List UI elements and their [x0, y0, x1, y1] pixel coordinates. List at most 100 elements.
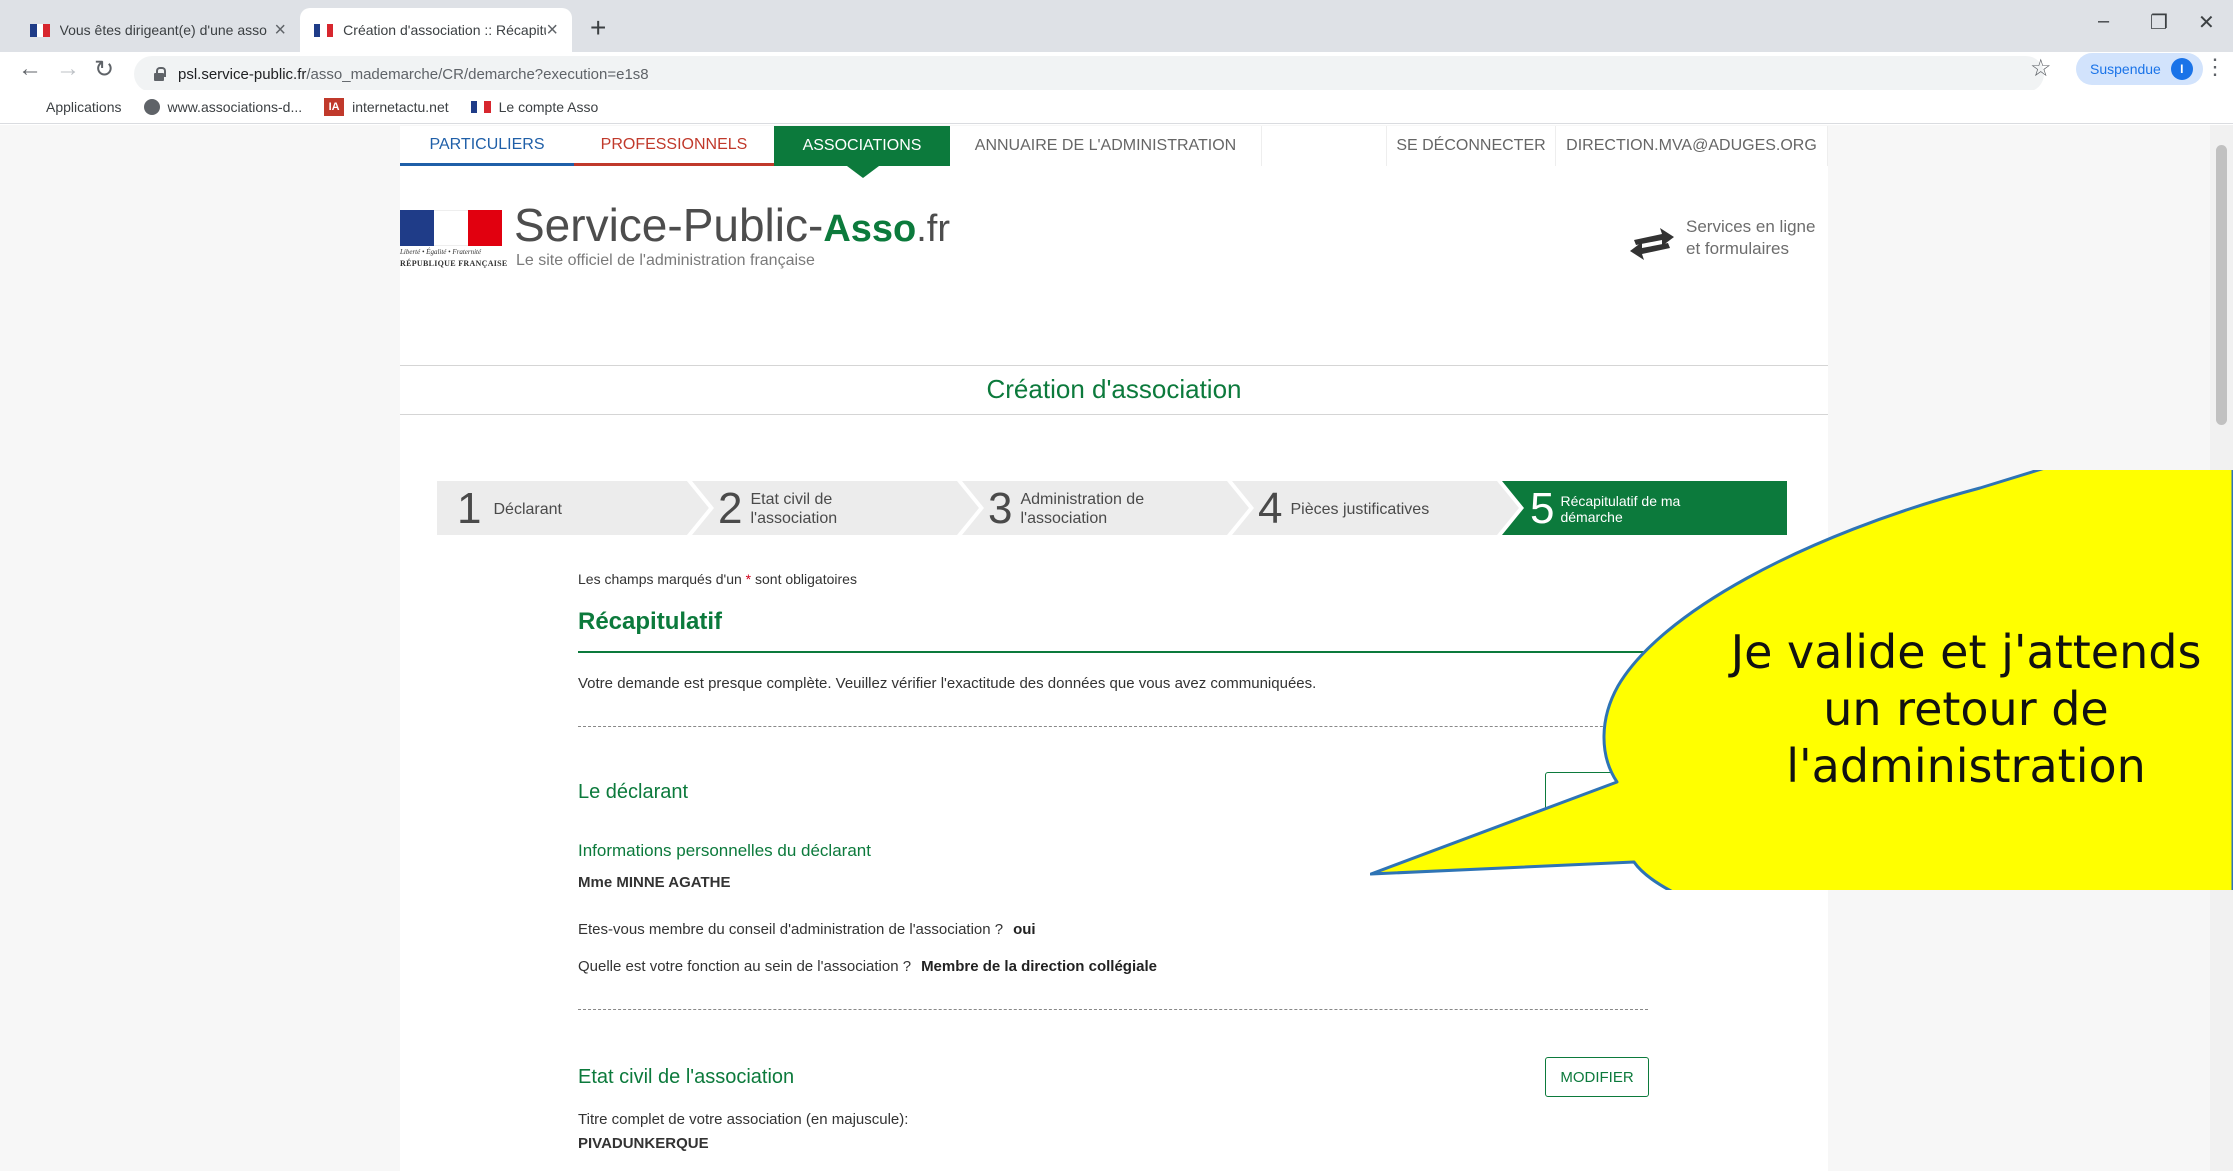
step-label-wrap: Administration de l'association [1020, 490, 1144, 528]
profile-label: Suspendue [2090, 61, 2161, 77]
logo-motto: Liberté • Égalité • Fraternité [400, 248, 482, 256]
title-divider-top [400, 365, 1828, 366]
apps-grid-icon [22, 99, 38, 115]
close-tab-icon[interactable]: × [546, 19, 558, 42]
nav-active-caret [847, 166, 879, 178]
declarant-name: Mme MINNE AGATHE [578, 874, 731, 891]
page-scrollbar-thumb[interactable] [2216, 145, 2227, 425]
section-divider [578, 1009, 1648, 1010]
bookmark-label: internetactu.net [352, 98, 449, 115]
declarant-section-title: Le déclarant [578, 781, 689, 803]
new-tab-plus-icon[interactable]: + [590, 12, 606, 44]
step-label: Déclarant [493, 500, 562, 518]
nav-label: DIRECTION.MVA@ADUGES.ORG [1566, 137, 1817, 154]
modify-etat-civil-button[interactable]: MODIFIER [1545, 1057, 1649, 1097]
step-number: 3 [988, 484, 1013, 533]
step-label-line1: Administration de [1020, 491, 1145, 508]
required-fields-note: Les champs marqués d'un * sont obligatoi… [578, 571, 857, 587]
step-label-line2: l'association [1020, 510, 1108, 527]
reload-icon[interactable]: ↻ [94, 55, 114, 84]
etat-civil-section-title: Etat civil de l'association [578, 1066, 795, 1088]
flag-icon [30, 23, 50, 37]
question-text: Quelle est votre fonction au sein de l'a… [578, 958, 912, 975]
recap-title: Récapitulatif [578, 608, 723, 635]
callout-line2: un retour de [1823, 682, 2109, 736]
logo-title-tld: .fr [916, 208, 951, 250]
step-label-line1: Etat civil de [750, 491, 833, 508]
bookmark-star-icon[interactable]: ☆ [2030, 54, 2052, 83]
step-2[interactable]: 2 Etat civil de l'association [718, 487, 837, 531]
address-host: psl.service-public.fr [178, 65, 307, 83]
nav-logout[interactable]: SE DÉCONNECTER [1386, 126, 1556, 166]
services-link[interactable]: Services en ligne et formulaires [1686, 216, 1846, 260]
nav-particuliers[interactable]: PARTICULIERS [400, 126, 574, 166]
bookmark-label: Applications [46, 98, 122, 115]
site-tagline: Le site officiel de l'administration fra… [516, 252, 815, 269]
step-number: 2 [718, 484, 743, 533]
bookmark-label: www.associations-d... [167, 98, 303, 115]
menu-kebab-icon[interactable]: ⋮ [2204, 54, 2226, 80]
lock-icon [152, 67, 166, 81]
flag-icon [470, 100, 491, 113]
association-title-value: PIVADUNKERQUE [578, 1135, 709, 1152]
profile-button[interactable]: Suspendue I [2076, 53, 2203, 85]
close-tab-icon[interactable]: × [274, 19, 286, 42]
answer-text: Membre de la direction collégiale [921, 958, 1157, 975]
bookmark-label: Le compte Asso [498, 98, 599, 115]
bookmark-apps[interactable]: Applications [22, 99, 122, 115]
globe-icon [143, 98, 160, 115]
bookmark-associations[interactable]: www.associations-d... [143, 98, 303, 115]
note-before: Les champs marqués d'un [578, 571, 746, 587]
note-after: sont obligatoires [751, 571, 857, 587]
nav-label: ASSOCIATIONS [802, 137, 922, 154]
logo-title-main: Service-Public- [514, 199, 824, 251]
logo-republique: RÉPUBLIQUE FRANÇAISE [400, 259, 508, 268]
nav-associations[interactable]: ASSOCIATIONS [774, 126, 950, 178]
nav-label: ANNUAIRE DE L'ADMINISTRATION [974, 137, 1237, 154]
forward-arrow-icon[interactable]: → [56, 55, 80, 83]
nav-label: PROFESSIONNELS [600, 135, 748, 153]
tab-title: Vous êtes dirigeant(e) d'une asso [59, 22, 267, 38]
callout-line1: Je valide et j'attends [1730, 625, 2202, 679]
back-arrow-icon[interactable]: ← [18, 55, 42, 83]
services-line2: et formulaires [1686, 239, 1789, 258]
step-number: 4 [1258, 484, 1283, 533]
profile-avatar: I [2170, 58, 2193, 80]
bookmark-internetactu[interactable]: IA internetactu.net [324, 97, 449, 116]
nav-label: SE DÉCONNECTER [1396, 137, 1546, 154]
callout-text: Je valide et j'attends un retour de l'ad… [1706, 624, 2226, 795]
page-title: Création d'association [986, 374, 1242, 404]
exchange-arrows-icon[interactable] [1628, 226, 1676, 262]
restore-icon[interactable]: ❐ [2150, 10, 2168, 35]
tab-title: Création d'association :: Récapitu [343, 22, 547, 38]
step-1[interactable]: 1 Déclarant [457, 487, 562, 531]
nav-user-account[interactable]: DIRECTION.MVA@ADUGES.ORG [1556, 126, 1828, 166]
step-3[interactable]: 3 Administration de l'association [988, 487, 1144, 531]
site-navigation: PARTICULIERS PROFESSIONNELS ASSOCIATIONS… [400, 126, 1828, 178]
question-text: Etes-vous membre du conseil d'administra… [578, 921, 1004, 938]
minimize-icon[interactable]: – [2098, 10, 2109, 33]
association-title-label: Titre complet de votre association (en m… [578, 1111, 909, 1128]
step-number: 1 [457, 484, 482, 533]
recap-intro: Votre demande est presque complète. Veui… [578, 675, 1317, 692]
address-path: /asso_mademarche/CR/demarche?execution=e… [306, 65, 649, 83]
nav-professionnels[interactable]: PROFESSIONNELS [574, 126, 774, 166]
modify-button-label: MODIFIER [1560, 1068, 1634, 1086]
browser-tab[interactable]: Vous êtes dirigeant(e) d'une asso × [16, 8, 300, 52]
step-label-wrap: Etat civil de l'association [750, 490, 837, 528]
question-function: Quelle est votre fonction au sein de l'a… [578, 958, 1157, 975]
callout-line3: l'administration [1786, 739, 2146, 793]
nav-annuaire[interactable]: ANNUAIRE DE L'ADMINISTRATION [950, 126, 1262, 166]
marianne-logo-icon [400, 210, 502, 246]
close-window-icon[interactable]: ✕ [2198, 10, 2215, 35]
title-divider-bottom [400, 414, 1828, 415]
browser-tab-active[interactable]: Création d'association :: Récapitu × [300, 8, 572, 52]
logo-title-asso: Asso [823, 208, 917, 250]
internetactu-logo-icon: IA [324, 97, 345, 116]
site-logo-title[interactable]: Service-Public-Asso.fr [514, 198, 950, 252]
address-bar[interactable]: psl.service-public.fr/asso_mademarche/CR… [134, 56, 2044, 92]
declarant-subtitle: Informations personnelles du déclarant [578, 841, 871, 860]
question-ca-member: Etes-vous membre du conseil d'administra… [578, 921, 1036, 938]
bookmark-compte-asso[interactable]: Le compte Asso [470, 98, 599, 115]
